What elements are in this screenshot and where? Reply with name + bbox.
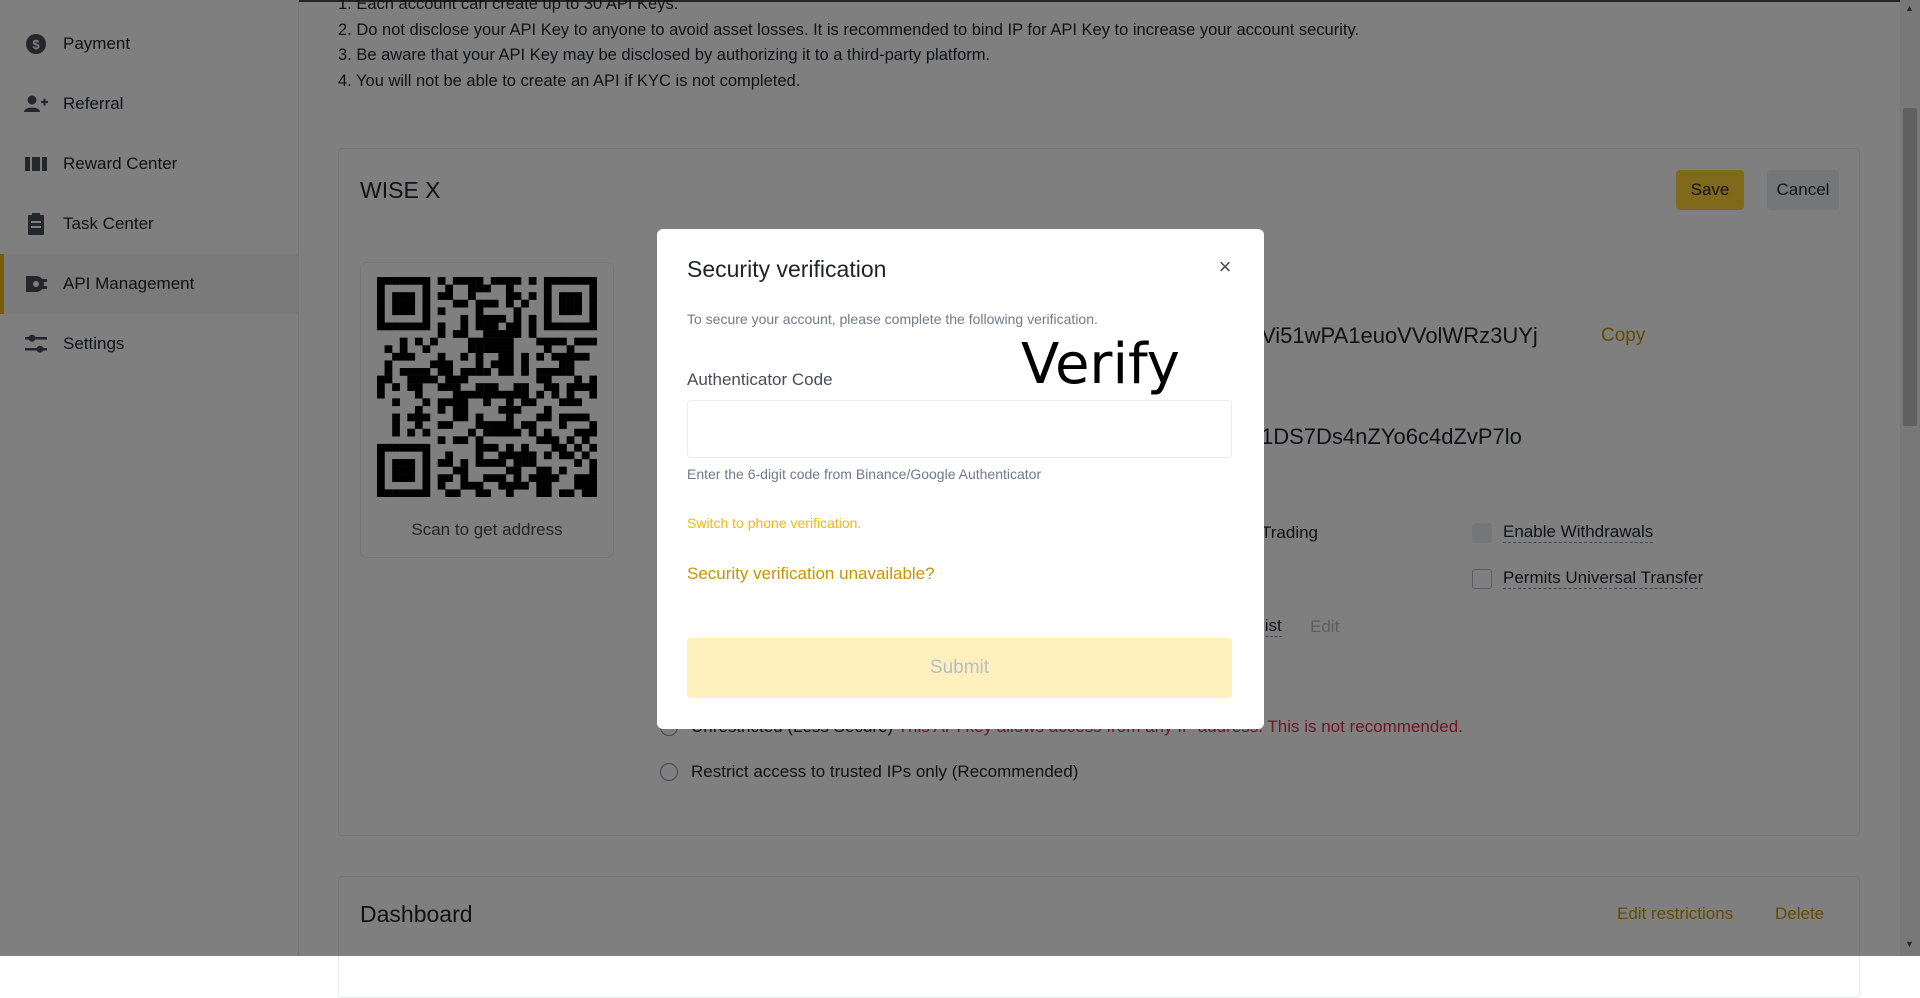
switch-phone-verification-link[interactable]: Switch to phone verification.: [687, 515, 861, 531]
submit-button[interactable]: Submit: [687, 638, 1232, 698]
close-icon[interactable]: ×: [1213, 254, 1237, 280]
security-verification-modal: Security verification × To secure your a…: [657, 229, 1264, 729]
authenticator-code-input[interactable]: [687, 400, 1232, 458]
authenticator-code-hint: Enter the 6-digit code from Binance/Goog…: [687, 466, 1042, 482]
modal-description: To secure your account, please complete …: [687, 311, 1098, 327]
verify-overlay-text: Verify: [1021, 332, 1180, 397]
modal-title: Security verification: [687, 256, 887, 282]
verification-unavailable-link[interactable]: Security verification unavailable?: [687, 564, 935, 584]
authenticator-code-label: Authenticator Code: [687, 370, 833, 389]
